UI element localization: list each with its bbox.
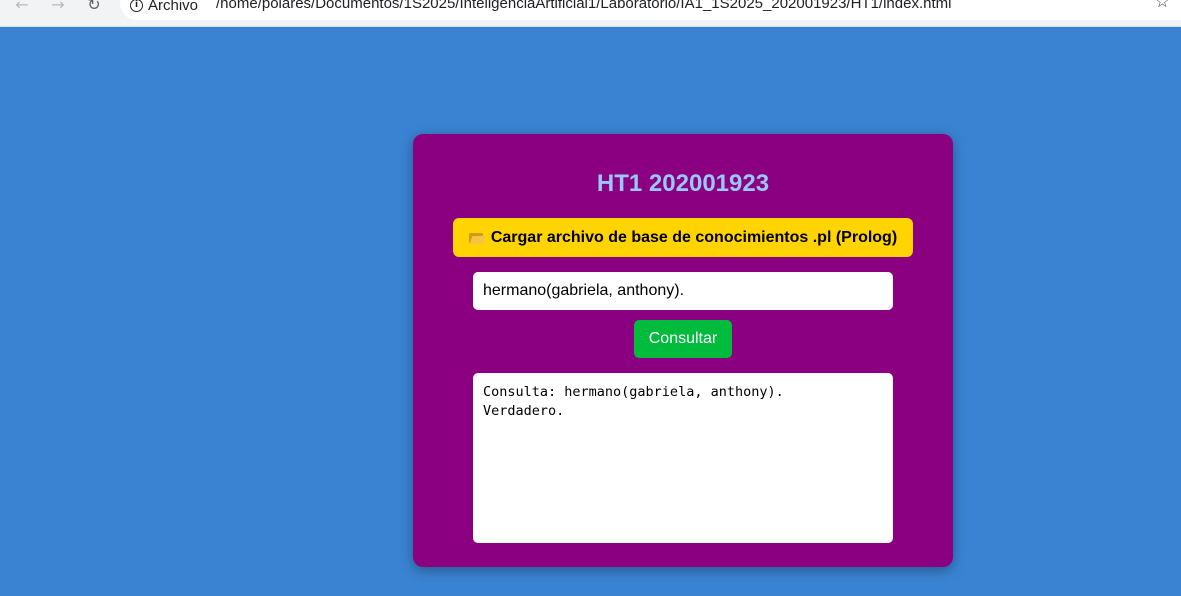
bookmark-star-icon[interactable]: ☆	[1155, 0, 1170, 12]
output-line: Consulta: hermano(gabriela, anthony).	[483, 384, 784, 400]
load-knowledge-base-button[interactable]: Cargar archivo de base de conocimientos …	[453, 218, 913, 257]
output-line: Verdadero.	[483, 403, 565, 419]
site-chip-label: Archivo	[148, 0, 199, 14]
address-bar[interactable]: i Archivo /home/polares/Documentos/1S202…	[120, 0, 1181, 20]
page-title: HT1 202001923	[596, 170, 770, 197]
main-card: HT1 202001923 Cargar archivo de base de …	[413, 134, 953, 567]
back-arrow-icon[interactable]: ←	[10, 0, 34, 16]
url-text[interactable]: /home/polares/Documentos/1S2025/Intelige…	[216, 0, 951, 12]
browser-toolbar: ← → ↻ i Archivo /home/polares/Documentos…	[0, 0, 1181, 27]
open-folder-icon	[468, 232, 487, 244]
site-info-chip[interactable]: i Archivo	[126, 0, 208, 16]
query-input[interactable]	[473, 272, 893, 310]
forward-arrow-icon[interactable]: →	[46, 0, 70, 16]
result-output[interactable]: Consulta: hermano(gabriela, anthony). Ve…	[473, 373, 893, 543]
consult-button[interactable]: Consultar	[634, 320, 732, 358]
load-button-label: Cargar archivo de base de conocimientos …	[490, 228, 898, 246]
reload-icon[interactable]: ↻	[82, 0, 106, 16]
info-icon: i	[130, 0, 143, 12]
